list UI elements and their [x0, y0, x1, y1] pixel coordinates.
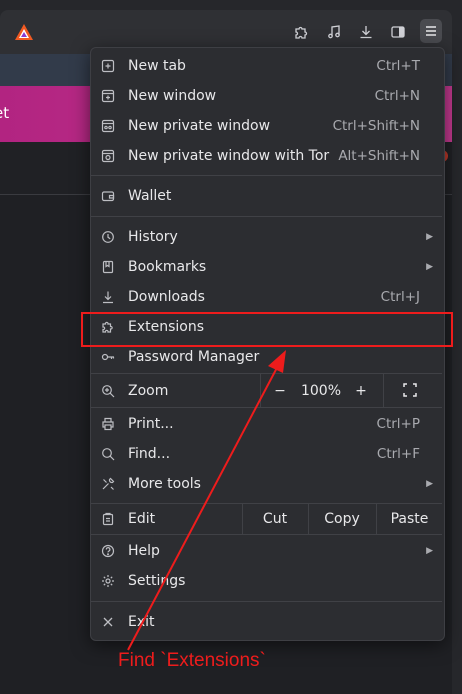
menu-item-label: Password Manager — [128, 349, 260, 365]
menu-item-help[interactable]: Help ▶ — [91, 536, 442, 566]
shortcut: Ctrl+N — [374, 88, 420, 104]
menu-item-history[interactable]: History ▶ — [91, 222, 442, 252]
menu-item-label: New private window with Tor — [128, 148, 330, 164]
menu-item-settings[interactable]: Settings — [91, 566, 442, 596]
gear-icon — [100, 573, 116, 589]
fullscreen-button[interactable] — [402, 382, 418, 398]
menu-separator — [91, 407, 442, 408]
copy-button[interactable]: Copy — [309, 504, 375, 534]
tools-icon — [100, 476, 116, 492]
banner-text: et — [0, 104, 10, 122]
menu-item-label: Find... — [128, 446, 171, 462]
download-icon[interactable] — [355, 21, 377, 43]
menu-item-label: More tools — [128, 476, 201, 492]
chevron-right-icon: ▶ — [426, 232, 433, 242]
menu-separator — [91, 175, 442, 176]
bookmarks-icon — [100, 259, 116, 275]
zoom-out-button[interactable]: − — [270, 383, 290, 399]
chevron-right-icon: ▶ — [426, 479, 433, 489]
menu-item-exit[interactable]: Exit — [91, 607, 442, 637]
hamburger-icon — [426, 26, 436, 36]
private-window-icon — [100, 118, 116, 134]
history-icon — [100, 229, 116, 245]
menu-item-label: Downloads — [128, 289, 205, 305]
key-icon — [100, 349, 116, 365]
shortcut: Ctrl+J — [380, 289, 420, 305]
menu-item-wallet[interactable]: Wallet — [91, 181, 442, 211]
menu-item-print[interactable]: Print... Ctrl+P — [91, 409, 442, 439]
menu-item-label: Bookmarks — [128, 259, 207, 275]
menu-separator — [91, 534, 442, 535]
shortcut: Ctrl+F — [376, 446, 420, 462]
shortcut: Alt+Shift+N — [338, 148, 420, 164]
menu-item-label: New private window — [128, 118, 271, 134]
menu-separator — [91, 373, 442, 374]
menu-separator — [91, 601, 442, 602]
cut-button[interactable]: Cut — [243, 504, 307, 534]
menu-item-zoom: Zoom — [91, 376, 442, 406]
zoom-in-button[interactable]: + — [351, 383, 371, 399]
menu-item-label: New window — [128, 88, 217, 104]
close-icon — [100, 614, 116, 630]
menu-item-new-private-window[interactable]: New private window Ctrl+Shift+N — [91, 111, 442, 141]
extensions-puzzle-icon[interactable] — [290, 21, 312, 43]
menu-separator — [91, 216, 442, 217]
zoom-level: 100% — [300, 383, 342, 399]
print-icon — [100, 416, 116, 432]
highlight-box — [81, 312, 453, 347]
search-icon — [100, 446, 116, 462]
sidebar-icon[interactable] — [387, 21, 409, 43]
fullscreen-icon — [403, 383, 417, 397]
help-icon — [100, 543, 116, 559]
menu-item-label: Settings — [128, 573, 186, 589]
menu-item-label: Print... — [128, 416, 174, 432]
shortcut: Ctrl+P — [376, 416, 420, 432]
menu-item-new-tor-window[interactable]: New private window with Tor Alt+Shift+N — [91, 141, 442, 171]
paste-button[interactable]: Paste — [377, 504, 442, 534]
menu-item-label: Wallet — [128, 188, 172, 204]
shortcut: Ctrl+T — [376, 58, 420, 74]
new-tab-icon — [100, 58, 116, 74]
chevron-right-icon: ▶ — [426, 546, 433, 556]
wallet-icon — [100, 188, 116, 204]
menu-item-bookmarks[interactable]: Bookmarks ▶ — [91, 252, 442, 282]
menu-item-label: Help — [128, 543, 160, 559]
zoom-divider — [260, 374, 261, 407]
menu-item-new-window[interactable]: New window Ctrl+N — [91, 81, 442, 111]
tor-window-icon — [100, 148, 116, 164]
menu-item-more-tools[interactable]: More tools ▶ — [91, 469, 442, 499]
shortcut: Ctrl+Shift+N — [332, 118, 420, 134]
menu-item-label: History — [128, 229, 178, 245]
menu-item-new-tab[interactable]: New tab Ctrl+T — [91, 51, 442, 81]
zoom-divider — [383, 374, 384, 407]
zoom-icon — [100, 383, 116, 399]
download-icon — [100, 289, 116, 305]
clipboard-icon — [100, 511, 116, 527]
menu-item-downloads[interactable]: Downloads Ctrl+J — [91, 282, 442, 312]
menu-item-label: Exit — [128, 614, 155, 630]
menu-item-label: New tab — [128, 58, 186, 74]
new-window-icon — [100, 88, 116, 104]
brave-logo-icon[interactable] — [12, 20, 36, 44]
music-note-icon[interactable] — [323, 21, 345, 43]
menu-item-find[interactable]: Find... Ctrl+F — [91, 439, 442, 469]
chevron-right-icon: ▶ — [426, 262, 433, 272]
annotation-text: Find `Extensions` — [118, 650, 266, 671]
menu-button[interactable] — [420, 19, 442, 43]
